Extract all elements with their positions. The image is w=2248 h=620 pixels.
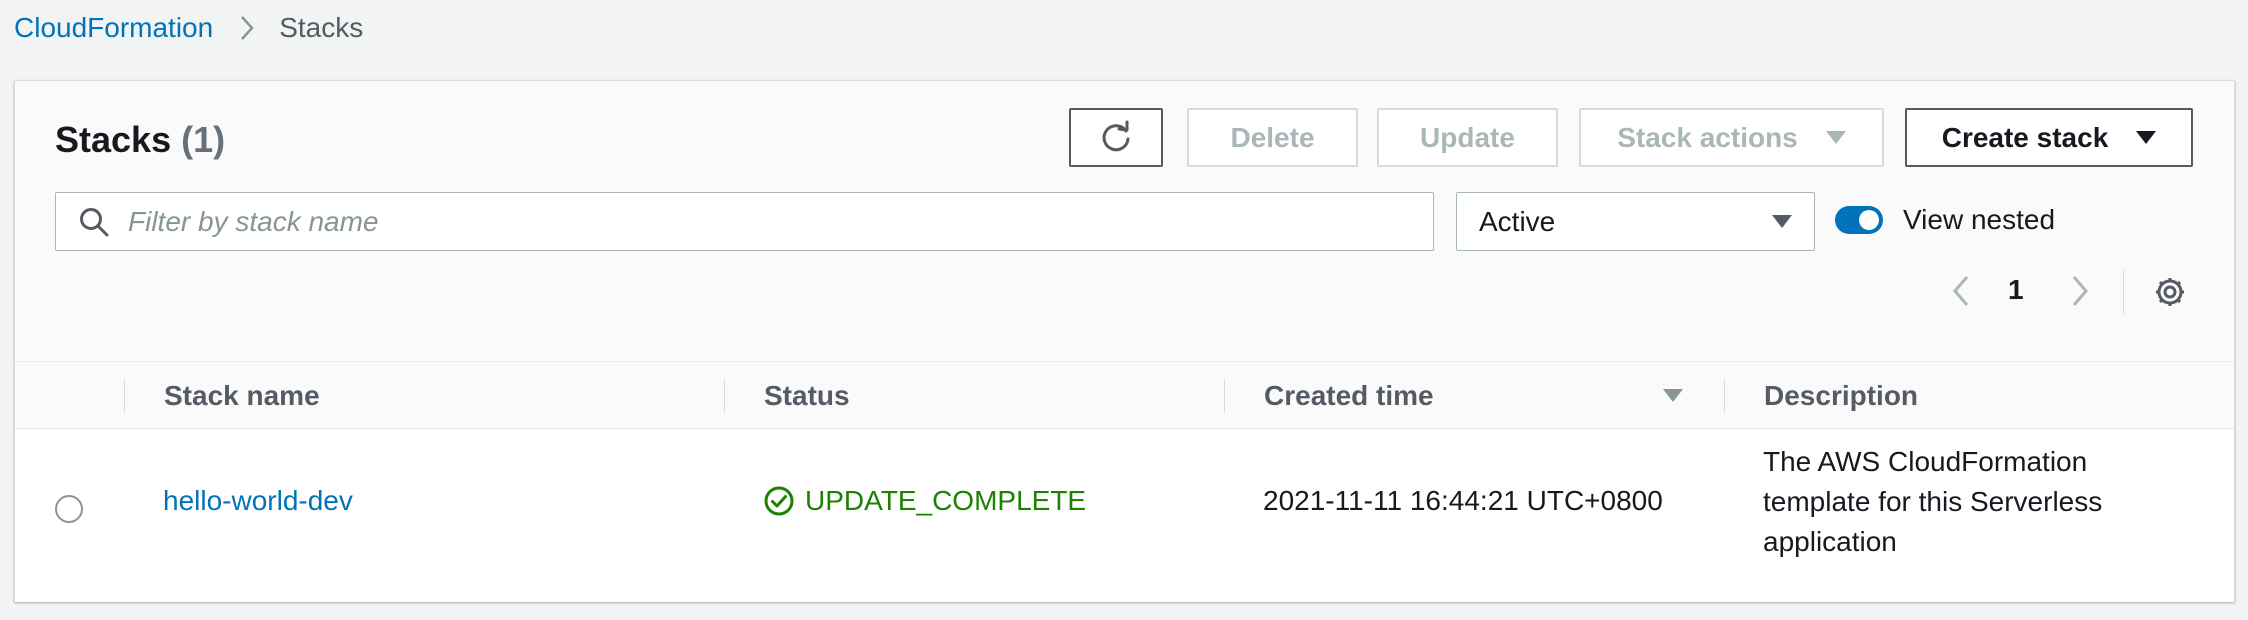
- breadcrumb: CloudFormation Stacks: [14, 10, 363, 46]
- toggle-switch[interactable]: [1835, 206, 1883, 234]
- caret-down-icon: [2136, 131, 2157, 144]
- refresh-icon: [1097, 119, 1135, 157]
- panel-title-text: Stacks: [55, 119, 172, 160]
- search-input[interactable]: [128, 205, 1433, 238]
- row-select-radio[interactable]: [55, 495, 83, 523]
- next-page-button[interactable]: [2060, 271, 2100, 311]
- gear-icon: [2153, 275, 2187, 309]
- view-nested-label: View nested: [1903, 204, 2056, 235]
- status-filter-select[interactable]: Active: [1456, 192, 1815, 251]
- search-icon: [78, 206, 110, 238]
- update-button[interactable]: Update: [1377, 108, 1558, 167]
- refresh-button[interactable]: [1069, 108, 1163, 167]
- description-line: application: [1763, 526, 1897, 557]
- column-divider: [1224, 380, 1225, 412]
- column-divider: [124, 380, 125, 412]
- column-header-status[interactable]: Status: [764, 362, 850, 430]
- toggle-knob: [1859, 210, 1879, 230]
- table-header: Stack name Status Created time Descripti…: [15, 361, 2234, 429]
- create-stack-label: Create stack: [1941, 121, 2109, 153]
- stack-actions-button[interactable]: Stack actions: [1579, 108, 1884, 167]
- caret-down-icon: [1772, 215, 1792, 228]
- previous-page-button[interactable]: [1941, 271, 1981, 311]
- breadcrumb-current: Stacks: [279, 12, 364, 43]
- preferences-button[interactable]: [2150, 272, 2190, 312]
- sort-descending-icon[interactable]: [1663, 389, 1683, 402]
- stack-actions-label: Stack actions: [1617, 121, 1798, 153]
- breadcrumb-cloudformation-link[interactable]: CloudFormation: [14, 12, 213, 44]
- stack-status: UPDATE_COMPLETE: [763, 485, 1086, 517]
- column-header-description[interactable]: Description: [1764, 362, 1918, 430]
- caret-down-icon: [1825, 131, 1846, 144]
- page-number[interactable]: 1: [2008, 274, 2024, 306]
- view-nested-toggle[interactable]: View nested: [1835, 198, 2055, 242]
- status-text: UPDATE_COMPLETE: [805, 485, 1087, 516]
- column-divider: [724, 380, 725, 412]
- stack-name-link[interactable]: hello-world-dev: [163, 485, 353, 517]
- chevron-left-icon: [1951, 274, 1971, 308]
- panel-title: Stacks (1): [55, 119, 225, 161]
- delete-button[interactable]: Delete: [1187, 108, 1358, 167]
- created-time: 2021-11-11 16:44:21 UTC+0800: [1263, 485, 1663, 516]
- column-header-stack-name[interactable]: Stack name: [164, 362, 320, 430]
- table-row: hello-world-dev UPDATE_COMPLETE 2021-11-…: [15, 430, 2234, 602]
- column-divider: [1724, 380, 1725, 412]
- check-circle-icon: [763, 485, 795, 517]
- stacks-panel: Stacks (1) Delete Update Stack actions C…: [14, 80, 2235, 602]
- create-stack-button[interactable]: Create stack: [1905, 108, 2193, 167]
- description-line: template for this Serverless: [1763, 486, 2103, 517]
- column-header-created-time[interactable]: Created time: [1264, 362, 1434, 430]
- chevron-right-icon: [2070, 274, 2090, 308]
- status-filter-value: Active: [1479, 205, 1556, 237]
- chevron-right-icon: [239, 14, 255, 42]
- description-line: The AWS CloudFormation: [1763, 446, 2088, 477]
- stack-count: (1): [181, 119, 226, 160]
- stack-filter[interactable]: [55, 192, 1434, 251]
- pager-divider: [2123, 269, 2124, 315]
- stack-description: The AWS CloudFormation template for this…: [1763, 442, 2203, 562]
